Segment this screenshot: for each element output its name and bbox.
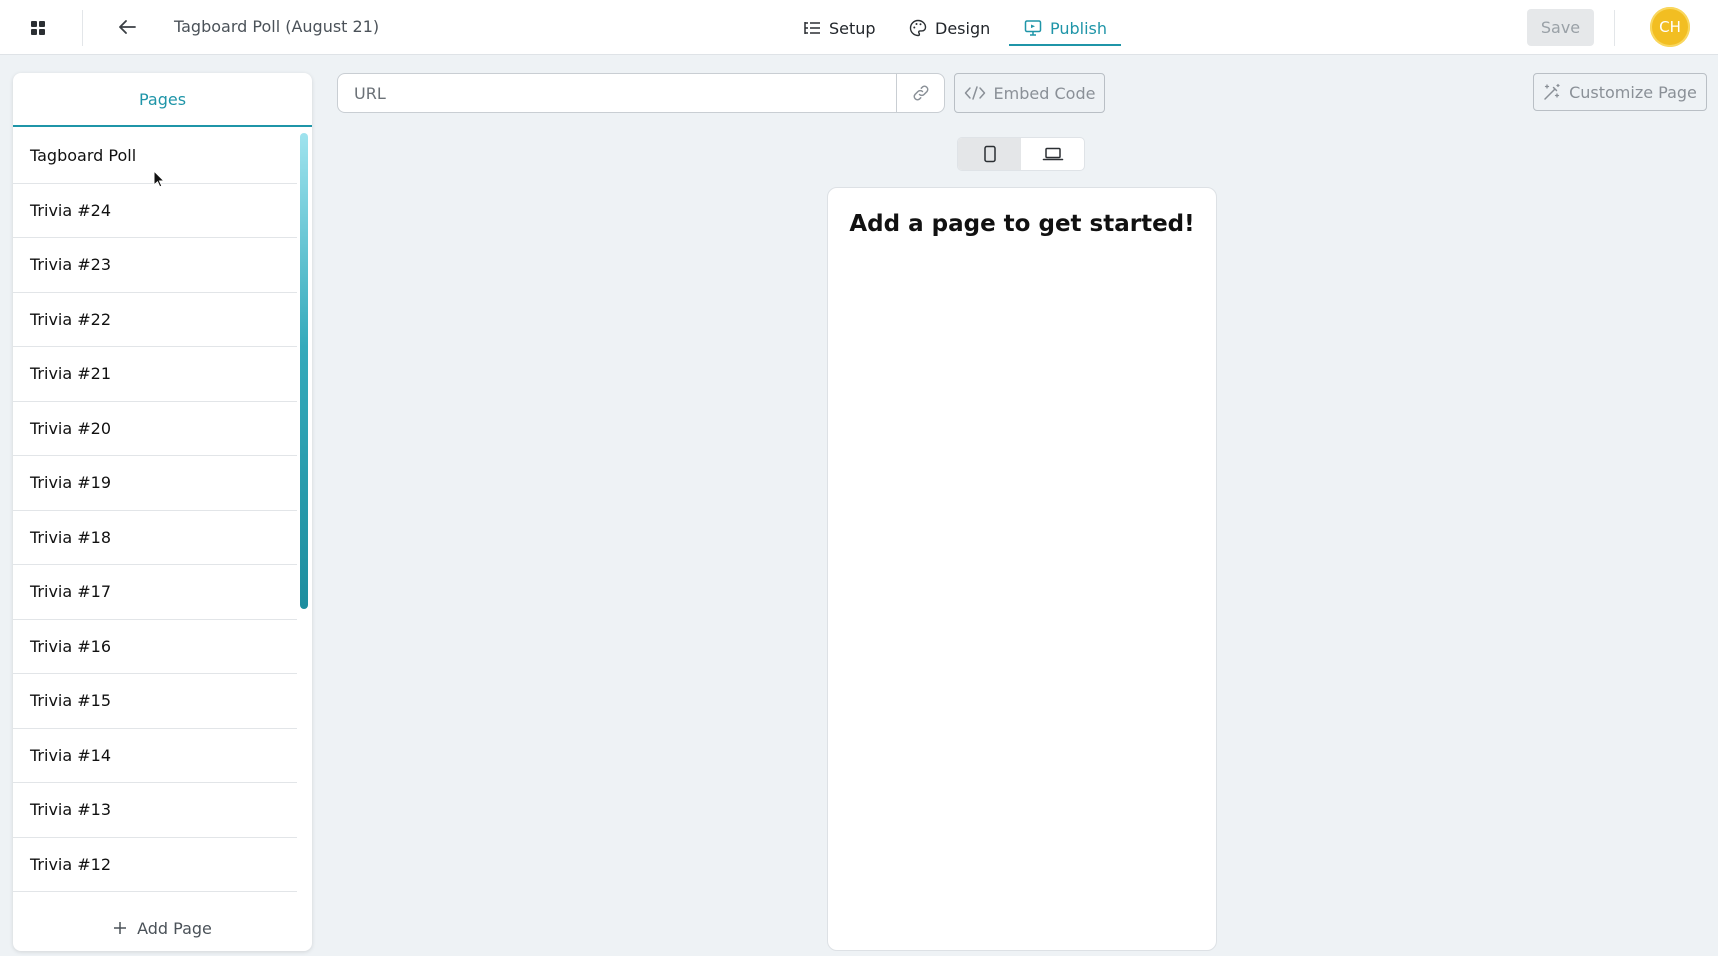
page-list-item[interactable]: Trivia #13 bbox=[13, 783, 297, 838]
mobile-view-button[interactable] bbox=[958, 138, 1021, 170]
embed-code-button[interactable]: Embed Code bbox=[954, 73, 1105, 113]
page-list-item[interactable]: Trivia #16 bbox=[13, 620, 297, 674]
page-list-item[interactable]: Trivia #15 bbox=[13, 674, 297, 729]
monitor-icon bbox=[1024, 20, 1042, 36]
preview-card: Add a page to get started! bbox=[827, 187, 1217, 951]
tab-publish[interactable]: Publish bbox=[1024, 14, 1107, 42]
page-list-item[interactable]: Trivia #24 bbox=[13, 184, 297, 238]
customize-page-label: Customize Page bbox=[1569, 82, 1697, 102]
scrollbar-thumb[interactable] bbox=[300, 133, 308, 609]
magic-wand-icon bbox=[1544, 83, 1560, 100]
url-input[interactable] bbox=[338, 74, 896, 112]
page-list-item[interactable]: Trivia #18 bbox=[13, 511, 297, 565]
divider bbox=[1614, 10, 1615, 46]
laptop-icon bbox=[1042, 147, 1063, 161]
code-icon bbox=[964, 86, 985, 100]
save-button[interactable]: Save bbox=[1527, 9, 1594, 46]
page-list-item[interactable]: Trivia #21 bbox=[13, 347, 297, 402]
grid-icon bbox=[31, 21, 45, 35]
top-bar: Tagboard Poll (August 21) Setup Design P… bbox=[0, 0, 1718, 55]
device-toggle bbox=[957, 137, 1085, 171]
document-title: Tagboard Poll (August 21) bbox=[174, 17, 380, 36]
active-tab-indicator bbox=[1009, 44, 1121, 46]
back-button[interactable] bbox=[112, 12, 142, 42]
empty-state-message: Add a page to get started! bbox=[849, 211, 1195, 237]
add-page-button[interactable]: Add Page bbox=[13, 913, 312, 943]
user-avatar[interactable]: CH bbox=[1650, 7, 1690, 47]
desktop-view-button[interactable] bbox=[1021, 138, 1084, 170]
page-list-item[interactable]: Trivia #14 bbox=[13, 729, 297, 783]
url-field-group bbox=[337, 73, 945, 113]
pages-panel: Pages Tagboard Poll Trivia #24 Trivia #2… bbox=[13, 73, 312, 951]
page-list-item[interactable]: Trivia #22 bbox=[13, 293, 297, 347]
page-list-item[interactable]: Trivia #17 bbox=[13, 565, 297, 620]
setup-list-icon bbox=[804, 22, 820, 34]
arrow-left-icon bbox=[119, 20, 136, 34]
mouse-cursor-icon bbox=[153, 170, 165, 188]
page-list-item[interactable]: Trivia #12 bbox=[13, 838, 297, 892]
tab-setup-label: Setup bbox=[829, 18, 876, 38]
apps-grid-button[interactable] bbox=[22, 14, 54, 42]
page-list-item[interactable]: Trivia #23 bbox=[13, 238, 297, 293]
tab-pages[interactable]: Pages bbox=[13, 73, 312, 127]
add-page-label: Add Page bbox=[137, 918, 212, 938]
page-list-item[interactable]: Trivia #20 bbox=[13, 402, 297, 456]
plus-icon bbox=[114, 922, 127, 934]
copy-link-button[interactable] bbox=[896, 74, 945, 112]
embed-code-label: Embed Code bbox=[993, 83, 1096, 103]
tab-publish-label: Publish bbox=[1050, 18, 1108, 38]
tab-design-label: Design bbox=[935, 18, 991, 38]
palette-icon bbox=[909, 19, 927, 37]
page-list-item[interactable]: Trivia #19 bbox=[13, 456, 297, 511]
tab-design[interactable]: Design bbox=[909, 14, 990, 42]
link-icon bbox=[913, 85, 929, 101]
customize-page-button[interactable]: Customize Page bbox=[1533, 73, 1707, 111]
tab-setup[interactable]: Setup bbox=[803, 14, 876, 42]
page-list: Tagboard Poll Trivia #24 Trivia #23 Triv… bbox=[13, 129, 297, 892]
divider bbox=[82, 10, 83, 46]
mobile-icon bbox=[983, 145, 996, 163]
